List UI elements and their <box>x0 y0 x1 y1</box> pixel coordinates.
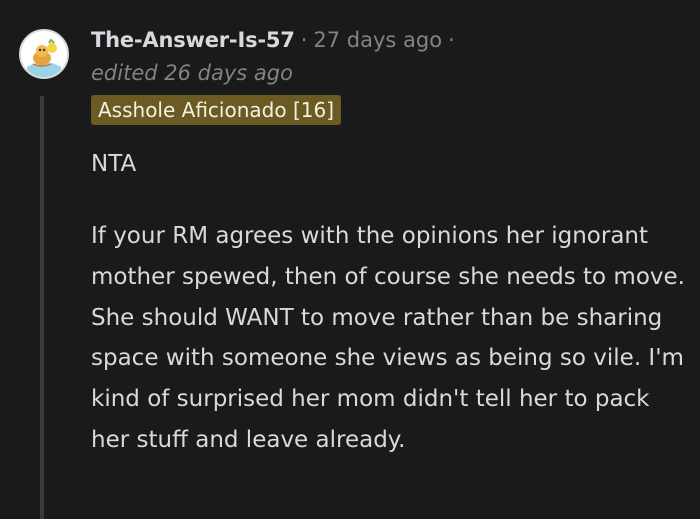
comment: The-Answer-Is-57 · 27 days ago · edited … <box>0 0 700 519</box>
edited-timestamp: edited 26 days ago <box>91 61 293 85</box>
comment-verdict: NTA <box>91 151 137 177</box>
username-link[interactable]: The-Answer-Is-57 <box>91 28 295 52</box>
comment-timestamp[interactable]: 27 days ago <box>313 28 442 52</box>
comment-meta: The-Answer-Is-57 · 27 days ago · <box>91 24 461 56</box>
user-flair: Asshole Aficionado [16] <box>91 95 341 125</box>
comment-body: If your RM agrees with the opinions her … <box>91 223 685 453</box>
meta-separator: · <box>300 28 308 52</box>
user-avatar[interactable] <box>19 29 69 79</box>
snoo-avatar-icon <box>21 31 67 77</box>
thread-collapse-line[interactable] <box>40 96 44 519</box>
meta-separator-trailing: · <box>448 28 455 52</box>
